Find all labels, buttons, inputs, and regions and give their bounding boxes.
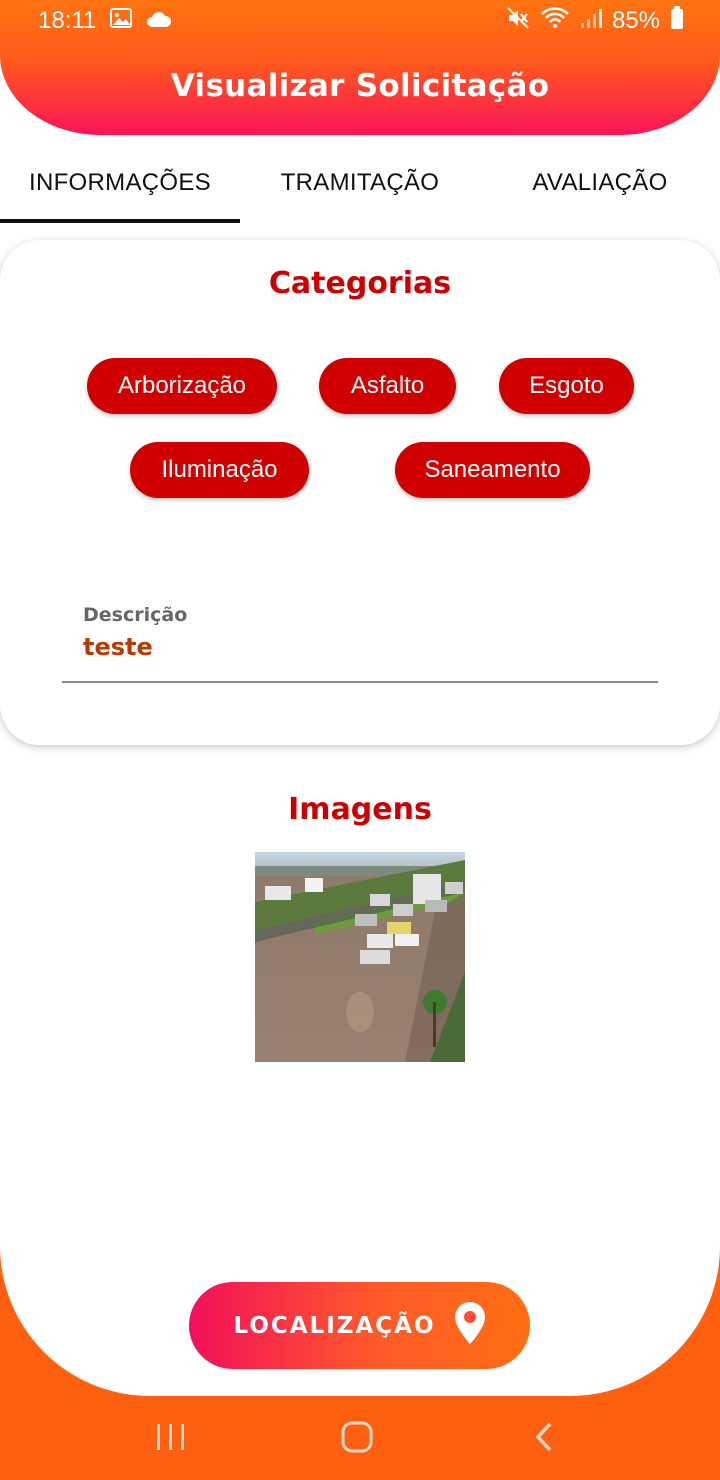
page-title: Visualizar Solicitação <box>170 68 550 104</box>
location-button[interactable]: LOCALIZAÇÃO <box>189 1282 530 1369</box>
home-icon[interactable] <box>340 1420 374 1459</box>
mute-icon <box>506 6 530 37</box>
tab-tramitacao[interactable]: TRAMITAÇÃO <box>240 137 480 223</box>
status-time: 18:11 <box>38 7 97 34</box>
categories-title: Categorias <box>268 266 452 301</box>
wifi-icon <box>540 6 570 37</box>
categories-card: Categorias Arborização Asfalto Esgoto Il… <box>0 240 720 745</box>
back-icon[interactable] <box>532 1420 558 1459</box>
category-chip-esgoto: Esgoto <box>499 358 634 414</box>
location-button-label: LOCALIZAÇÃO <box>233 1312 436 1339</box>
description-value: teste <box>83 633 153 661</box>
category-chip-arborizacao: Arborização <box>87 358 277 414</box>
description-label: Descrição <box>83 604 188 626</box>
tab-informacoes[interactable]: INFORMAÇÕES <box>0 137 240 223</box>
map-pin-icon <box>454 1301 486 1351</box>
battery-icon <box>670 5 684 37</box>
recent-apps-icon[interactable] <box>155 1420 187 1459</box>
status-bar: 18:11 85% <box>0 0 720 42</box>
system-nav-bar <box>0 1396 720 1480</box>
battery-percent: 85% <box>611 7 660 34</box>
images-title: Imagens <box>288 792 432 827</box>
signal-icon <box>580 7 602 36</box>
cloud-icon <box>146 7 172 35</box>
tab-bar: INFORMAÇÕES TRAMITAÇÃO AVALIAÇÃO <box>0 137 720 223</box>
request-photo[interactable] <box>255 852 465 1062</box>
app-header: 18:11 85% Visualizar Solicitação <box>0 0 720 135</box>
description-underline <box>62 681 658 683</box>
category-chip-saneamento: Saneamento <box>395 442 590 498</box>
tab-avaliacao[interactable]: AVALIAÇÃO <box>480 137 720 223</box>
category-chip-iluminacao: Iluminação <box>130 442 309 498</box>
category-chip-asfalto: Asfalto <box>319 358 456 414</box>
image-icon <box>110 7 133 35</box>
